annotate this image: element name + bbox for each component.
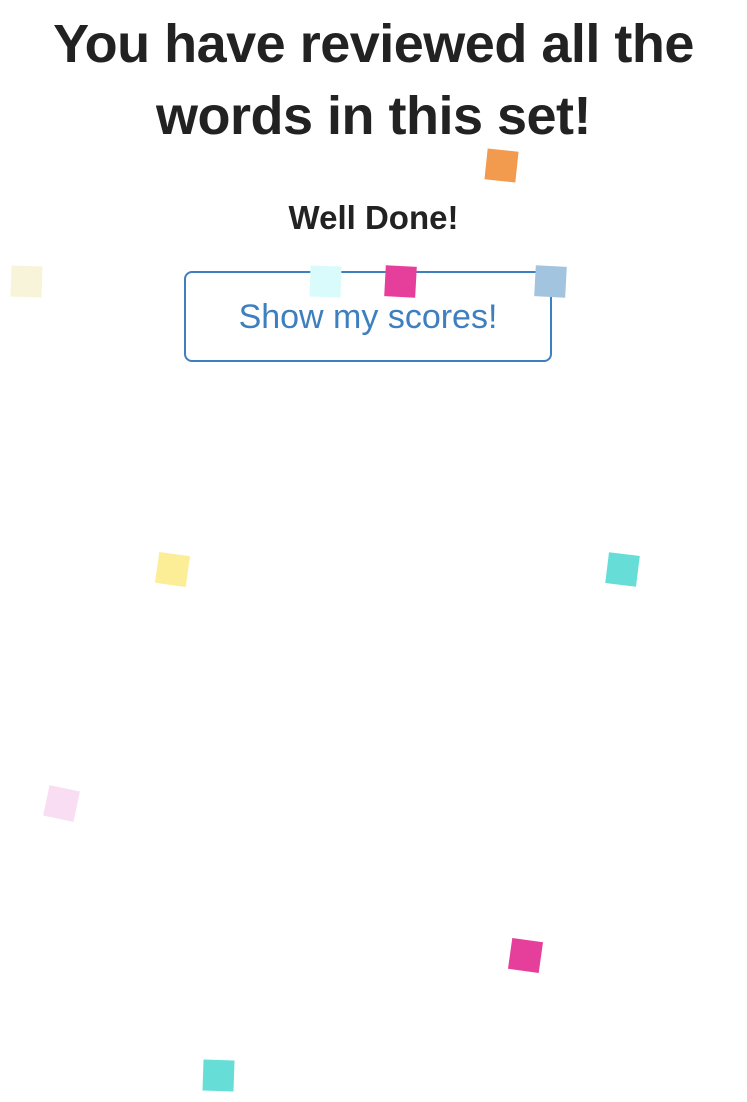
- confetti-piece: [43, 785, 80, 822]
- confetti-piece: [154, 551, 191, 588]
- confetti-piece: [202, 1059, 235, 1092]
- confetti-piece: [10, 265, 43, 298]
- confetti-piece: [484, 148, 519, 183]
- show-scores-button[interactable]: Show my scores!: [184, 271, 552, 362]
- confetti-piece: [309, 265, 342, 298]
- completion-screen: You have reviewed all the words in this …: [0, 0, 747, 1102]
- confetti-piece: [534, 265, 567, 298]
- confetti-piece: [507, 937, 544, 974]
- page-title: You have reviewed all the words in this …: [53, 14, 694, 146]
- confetti-piece: [605, 552, 640, 587]
- confetti-piece: [384, 265, 417, 298]
- well-done-message: Well Done!: [288, 199, 459, 236]
